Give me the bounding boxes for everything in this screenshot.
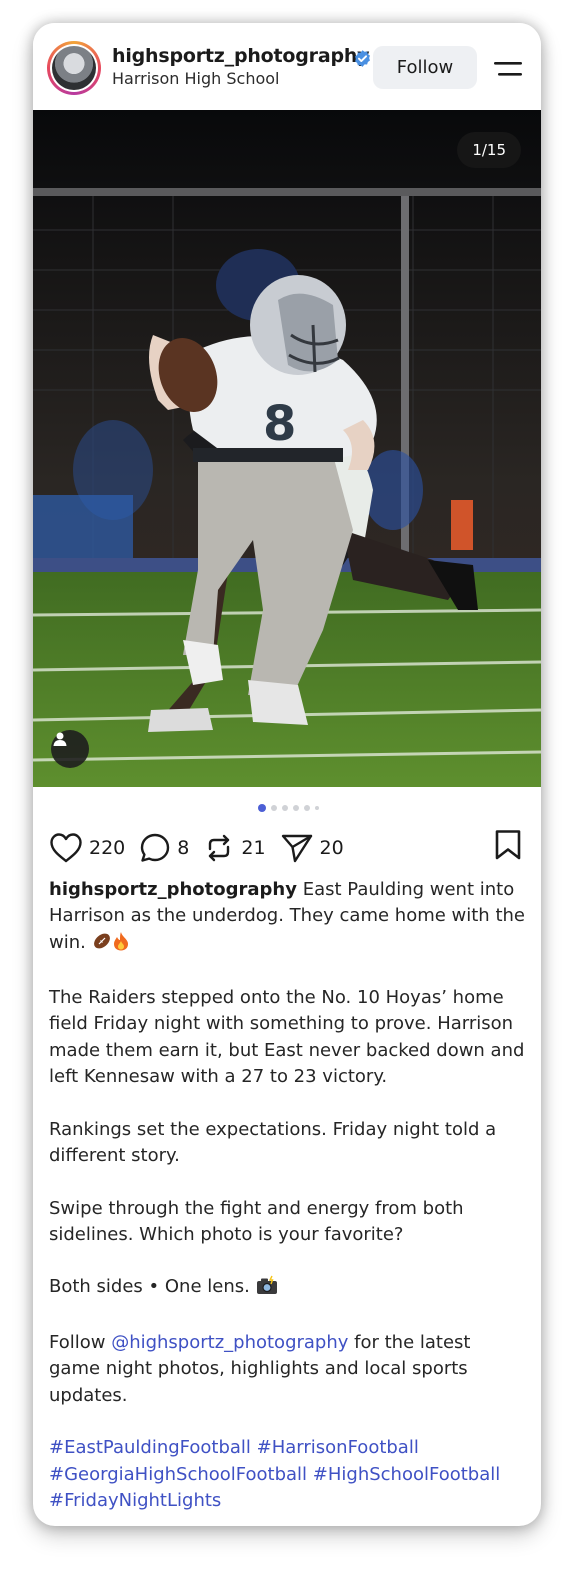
caption-paragraph: Rankings set the expectations. Friday ni…	[49, 1118, 497, 1166]
caption-paragraph: Swipe through the fight and energy from …	[49, 1197, 464, 1245]
like-count: 220	[89, 837, 126, 859]
send-icon	[281, 834, 312, 863]
verified-badge-icon	[355, 50, 370, 67]
mention-link[interactable]: @highsportz_photography	[111, 1332, 348, 1353]
football-emoji-icon	[92, 931, 112, 959]
football-player-photo: 8	[33, 110, 541, 787]
post-card: highsportz_photography Harrison High Sch…	[33, 23, 541, 1526]
share-button[interactable]: 20	[280, 832, 344, 864]
carousel-dot[interactable]	[293, 805, 299, 811]
person-tag-icon[interactable]	[51, 730, 89, 768]
like-button[interactable]: 220	[49, 832, 125, 864]
hashtag-link[interactable]: #HighSchoolFootball	[313, 1464, 500, 1485]
post-photo[interactable]: 8 1/15	[33, 110, 541, 787]
hashtag-link[interactable]: #HarrisonFootball	[257, 1437, 419, 1458]
comment-icon	[141, 833, 170, 862]
carousel-dot[interactable]	[282, 805, 288, 811]
heart-icon	[50, 833, 82, 863]
carousel-dot[interactable]	[271, 805, 277, 811]
comment-count: 8	[177, 837, 190, 859]
location-label[interactable]: Harrison High School	[112, 69, 279, 88]
username[interactable]: highsportz_photography	[112, 45, 370, 67]
avatar[interactable]	[47, 41, 101, 95]
fire-emoji-icon	[112, 931, 130, 959]
hashtag-link[interactable]: #FridayNightLights	[49, 1490, 221, 1511]
caption-intro: highsportz_photography East Paulding wen…	[49, 877, 527, 959]
caption-paragraph: Both sides • One lens.	[49, 1274, 527, 1303]
carousel-dot[interactable]	[315, 806, 319, 810]
follow-button[interactable]: Follow	[373, 46, 477, 89]
carousel-dot-active[interactable]	[258, 804, 266, 812]
carousel-dots	[258, 804, 319, 812]
bookmark-icon[interactable]	[494, 829, 522, 861]
repost-button[interactable]: 21	[203, 832, 266, 864]
hashtag-link[interactable]: #GeorgiaHighSchoolFootball	[49, 1464, 307, 1485]
action-bar: 220 8 21 20	[49, 831, 358, 865]
caption: highsportz_photography East Paulding wen…	[49, 877, 527, 1526]
repost-count: 21	[241, 837, 266, 859]
caption-paragraph: The Raiders stepped onto the No. 10 Hoya…	[49, 987, 525, 1088]
comment-button[interactable]: 8	[139, 832, 189, 864]
slide-counter: 1/15	[457, 132, 521, 168]
post-header: highsportz_photography Harrison High Sch…	[33, 23, 541, 110]
carousel-dot[interactable]	[304, 805, 310, 811]
share-count: 20	[319, 837, 344, 859]
svg-text:8: 8	[263, 396, 296, 452]
camera-flash-emoji-icon	[256, 1275, 278, 1303]
menu-icon[interactable]	[494, 59, 522, 79]
hashtag-link[interactable]: #EastPauldingFootball	[49, 1437, 251, 1458]
caption-author[interactable]: highsportz_photography	[49, 879, 297, 900]
repost-icon	[209, 834, 230, 862]
hashtags: #EastPauldingFootball #HarrisonFootball #…	[49, 1435, 527, 1514]
caption-paragraph: Follow @highsportz_photography for the l…	[49, 1332, 471, 1406]
